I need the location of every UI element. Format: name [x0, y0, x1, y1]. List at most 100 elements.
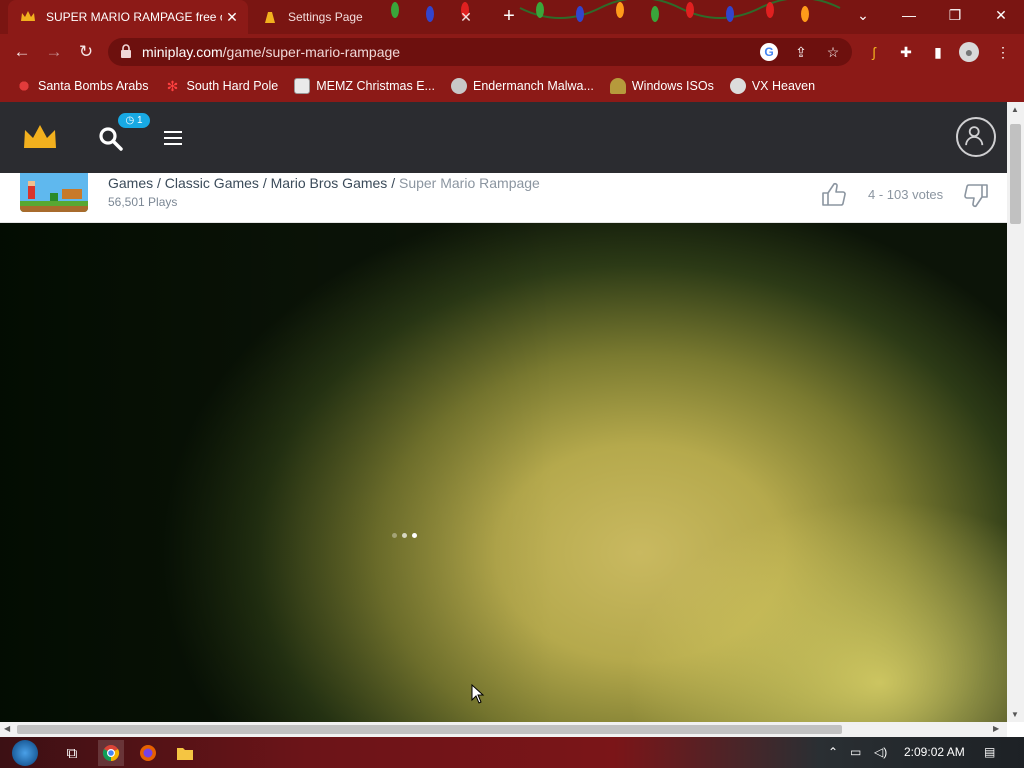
tab-title: SUPER MARIO RAMPAGE free on	[46, 10, 222, 24]
network-icon[interactable]: ▭	[850, 737, 861, 768]
hamburger-menu-icon[interactable]	[164, 131, 182, 145]
close-tab-icon[interactable]: ✕	[222, 9, 242, 26]
tab-settings-page[interactable]: Settings Page ✕	[252, 0, 482, 34]
scroll-up-icon[interactable]: ▲	[1011, 105, 1019, 114]
bookmark-label: Windows ISOs	[631, 79, 714, 93]
breadcrumb-separator: /	[387, 175, 399, 191]
chrome-taskbar-icon[interactable]	[98, 740, 124, 766]
bookmark-label: Endermanch Malwa...	[472, 79, 594, 93]
horizontal-scrollbar[interactable]: ◀ ▶	[0, 722, 1007, 737]
menu-kebab-icon[interactable]: ⋮	[993, 42, 1013, 62]
mouse-cursor-icon	[471, 684, 485, 704]
crown-logo-icon[interactable]	[22, 122, 58, 152]
vote-count: 4 - 103 votes	[868, 187, 944, 202]
figure-icon	[609, 78, 626, 94]
breadcrumb-classic-games[interactable]: Classic Games	[165, 175, 259, 191]
badge-count: 1	[136, 115, 143, 126]
scroll-down-icon[interactable]: ▼	[1011, 710, 1019, 719]
tab-title: Settings Page	[288, 10, 363, 24]
bookmark-star-icon[interactable]: ☆	[824, 43, 842, 61]
game-thumbnail[interactable]	[20, 173, 88, 212]
breadcrumb-separator: /	[153, 175, 165, 191]
start-button-icon[interactable]	[12, 740, 38, 766]
address-bar[interactable]: miniplay.com/game/super-mario-rampage G …	[108, 38, 852, 66]
mario-thumbnail-image	[20, 173, 88, 212]
site-header: ◷ 1	[0, 102, 1007, 173]
minimize-icon[interactable]: —	[886, 0, 932, 30]
notifications-icon[interactable]: ▤	[984, 737, 995, 768]
restore-icon[interactable]: ❐	[932, 0, 978, 30]
breadcrumb-separator: /	[258, 175, 271, 191]
search-icon[interactable]	[98, 126, 124, 152]
memz-icon	[294, 78, 311, 94]
bookmark-label: Santa Bombs Arabs	[38, 79, 149, 93]
share-icon[interactable]: ⇪	[792, 43, 810, 61]
clock-time[interactable]: 2:09:02 AM	[904, 737, 965, 768]
vertical-scroll-thumb[interactable]	[1010, 124, 1021, 224]
profile-icon[interactable]: ●	[959, 42, 979, 62]
bookmark-label: MEMZ Christmas E...	[316, 79, 435, 93]
volume-icon[interactable]: ◁)	[874, 737, 887, 768]
game-info-bar: Games / Classic Games / Mario Bros Games…	[0, 173, 1007, 223]
history-badge[interactable]: ◷ 1	[118, 113, 150, 128]
scroll-right-icon[interactable]: ▶	[993, 724, 999, 733]
snowflake-icon: ✻	[166, 78, 179, 94]
folder-icon	[177, 748, 193, 760]
thumbs-up-icon[interactable]	[820, 181, 848, 209]
raccoon-icon	[450, 78, 467, 94]
tab-search-icon[interactable]: ⌄	[840, 0, 886, 30]
tab-super-mario-rampage[interactable]: SUPER MARIO RAMPAGE free on ✕	[8, 0, 248, 34]
close-tab-icon[interactable]: ✕	[456, 9, 476, 26]
bookmark-endermanch-malware[interactable]: Endermanch Malwa...	[450, 78, 594, 94]
file-explorer-taskbar-icon[interactable]	[172, 740, 198, 766]
loading-indicator	[392, 533, 422, 538]
breadcrumb: Games / Classic Games / Mario Bros Games…	[108, 175, 540, 191]
clock-icon: ◷	[125, 115, 135, 126]
vertical-scrollbar[interactable]: ▲ ▼	[1007, 102, 1024, 722]
breadcrumb-games[interactable]: Games	[108, 175, 153, 191]
bookmark-south-hard-pole[interactable]: ✻ South Hard Pole	[164, 78, 279, 94]
breadcrumb-mario-bros-games[interactable]: Mario Bros Games	[271, 175, 388, 191]
new-tab-icon[interactable]: +	[498, 6, 520, 28]
chrome-logo-icon	[102, 745, 120, 762]
settings-favicon-icon	[265, 12, 275, 23]
bookmark-windows-isos[interactable]: Windows ISOs	[609, 78, 714, 94]
url-text: miniplay.com/game/super-mario-rampage	[142, 44, 400, 60]
window-controls: ⌄ — ❐ ✕	[840, 0, 1024, 30]
windows-taskbar: ⧉ ⌃ ▭ ◁) 2:09:02 AM ▤	[0, 737, 1024, 768]
web-page: ◷ 1 Games / Classic Games / Mario Bros G…	[0, 102, 1007, 722]
browser-toolbar: ← → ↻ miniplay.com/game/super-mario-ramp…	[0, 34, 1024, 70]
url-domain: miniplay.com	[142, 44, 223, 60]
thumbs-down-icon[interactable]	[962, 181, 990, 209]
firefox-logo-icon	[140, 745, 156, 761]
vx-icon	[729, 78, 746, 94]
forward-icon[interactable]: →	[43, 41, 65, 63]
bookmarks-bar: Santa Bombs Arabs ✻ South Hard Pole MEMZ…	[0, 70, 1024, 102]
bookmark-label: South Hard Pole	[186, 79, 279, 93]
extension-icon[interactable]: ʃ	[864, 42, 884, 62]
breadcrumb-current: Super Mario Rampage	[398, 175, 540, 191]
back-icon[interactable]: ←	[11, 41, 33, 63]
play-count: 56,501 Plays	[108, 195, 178, 209]
santa-icon	[16, 78, 32, 94]
user-account-icon[interactable]	[956, 117, 996, 157]
bookmark-vx-heaven[interactable]: VX Heaven	[729, 78, 816, 94]
puzzle-extensions-icon[interactable]: ✚	[896, 42, 916, 62]
lock-icon	[121, 44, 131, 58]
google-lens-icon[interactable]: G	[760, 43, 778, 61]
task-view-icon[interactable]: ⧉	[59, 740, 85, 766]
firefox-taskbar-icon[interactable]	[135, 740, 161, 766]
scroll-left-icon[interactable]: ◀	[4, 724, 10, 733]
bookmark-label: VX Heaven	[751, 79, 816, 93]
show-hidden-icons-icon[interactable]: ⌃	[828, 737, 838, 768]
bookmark-memz-christmas[interactable]: MEMZ Christmas E...	[294, 78, 435, 94]
side-panel-icon[interactable]: ▮	[928, 42, 948, 62]
game-canvas[interactable]	[0, 223, 1007, 722]
horizontal-scroll-thumb[interactable]	[17, 725, 842, 734]
bookmark-santa-bombs-arabs[interactable]: Santa Bombs Arabs	[16, 78, 148, 94]
close-window-icon[interactable]: ✕	[978, 0, 1024, 30]
url-path: /game/super-mario-rampage	[222, 44, 401, 60]
tab-strip: SUPER MARIO RAMPAGE free on ✕ Settings P…	[0, 0, 1024, 34]
reload-icon[interactable]: ↻	[75, 41, 97, 63]
crown-favicon-icon	[21, 11, 35, 21]
